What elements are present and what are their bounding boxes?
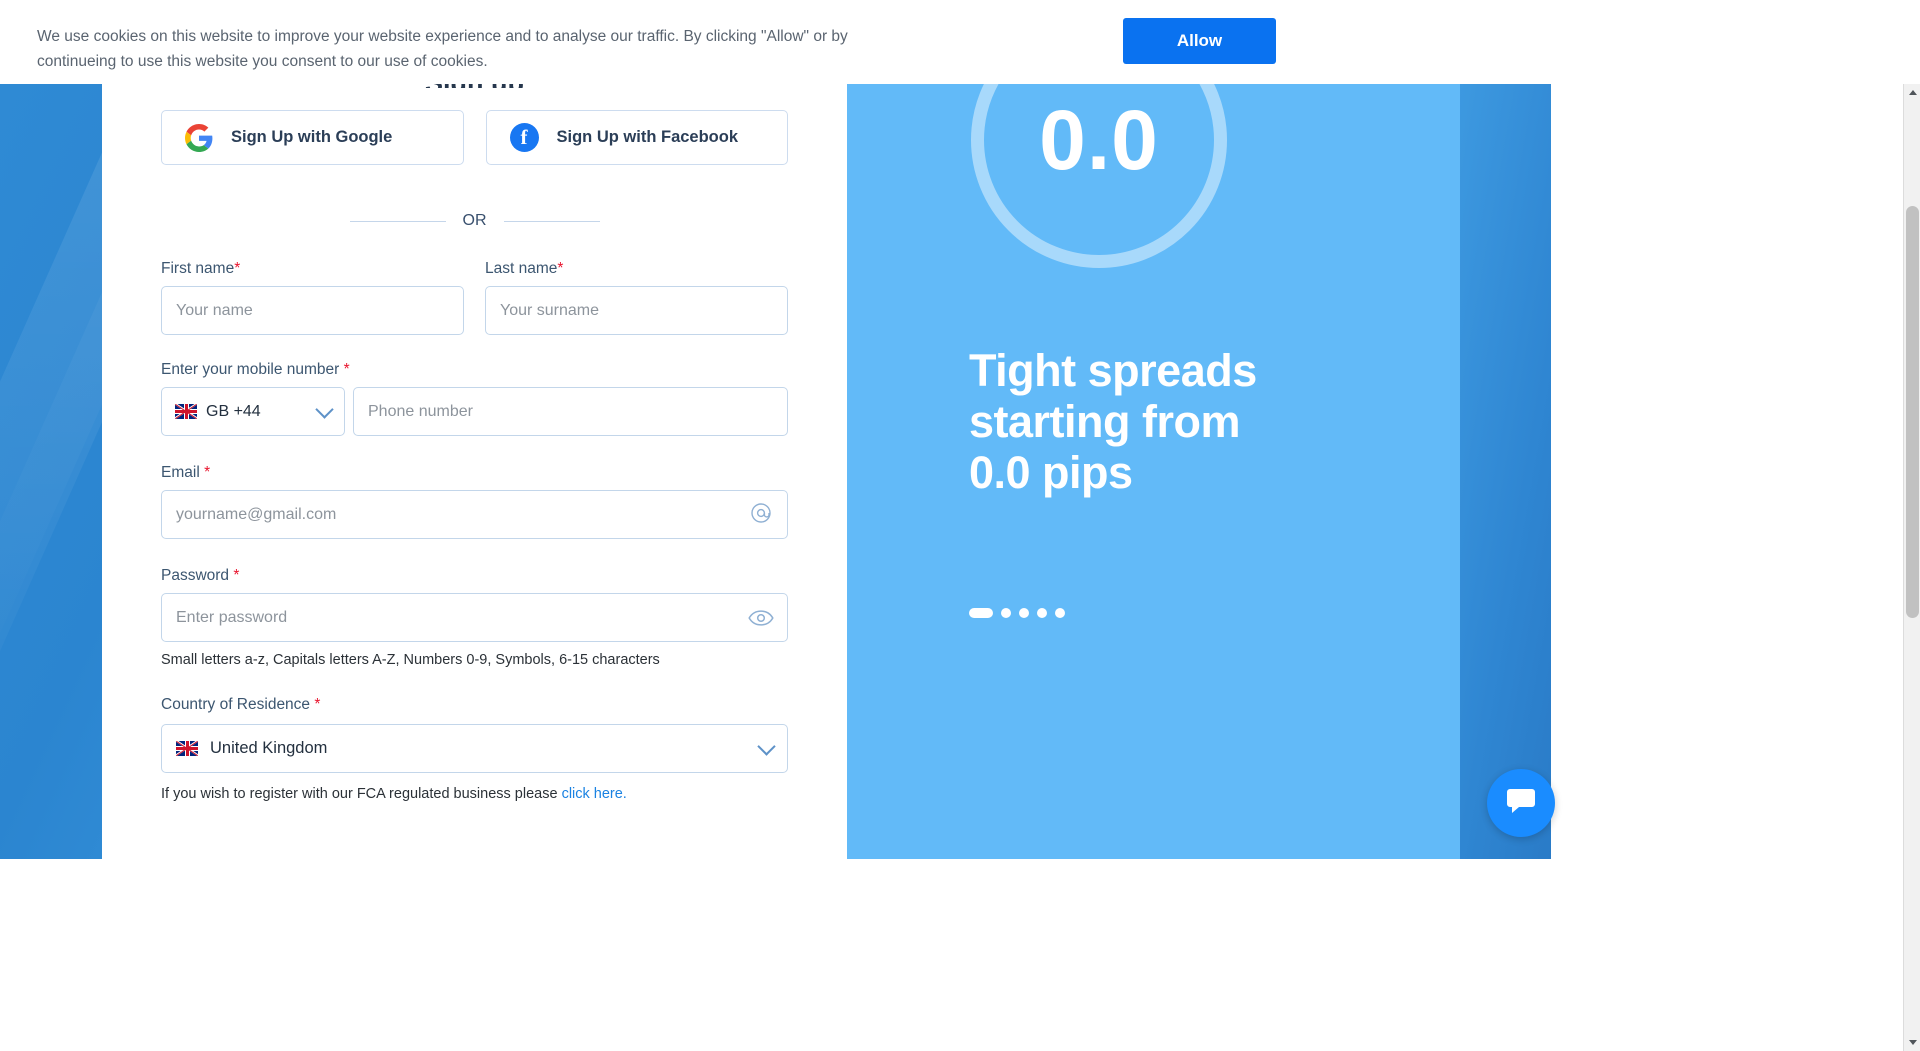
or-divider: OR (102, 212, 847, 230)
fca-notice: If you wish to register with our FCA reg… (161, 786, 788, 802)
vertical-scrollbar[interactable] (1903, 84, 1920, 1051)
promo-headline-line3: 0.0 pips (969, 447, 1133, 498)
password-placeholder: Enter password (176, 608, 288, 626)
email-placeholder: yourname@gmail.com (176, 505, 337, 523)
carousel-dots[interactable] (969, 608, 1065, 618)
scrollbar-thumb[interactable] (1906, 206, 1919, 618)
name-row: First name* Your name Last name* Your su… (161, 260, 788, 335)
chat-bubble-icon (1503, 783, 1539, 824)
fca-notice-text: If you wish to register with our FCA reg… (161, 786, 562, 802)
mobile-number-label: Enter your mobile number * (161, 361, 350, 378)
gb-flag-icon (175, 404, 197, 419)
scroll-up-arrow-icon[interactable] (1904, 84, 1920, 101)
country-of-residence-select[interactable]: United Kingdom (161, 724, 788, 773)
first-name-placeholder: Your name (176, 301, 253, 319)
at-icon (749, 501, 773, 529)
last-name-label: Last name* (485, 260, 564, 277)
spread-badge-value: 0.0 (1039, 92, 1159, 187)
allow-cookies-button[interactable]: Allow (1123, 18, 1276, 64)
required-asterisk: * (204, 464, 211, 481)
email-label: Email * (161, 464, 211, 481)
phone-number-input[interactable]: Phone number (353, 387, 788, 436)
last-name-input[interactable]: Your surname (485, 286, 788, 335)
gb-flag-icon (176, 741, 198, 756)
spread-badge: 0.0 (971, 84, 1227, 268)
promo-headline: Tight spreads starting from 0.0 pips (969, 345, 1429, 498)
eye-icon[interactable] (748, 609, 774, 626)
first-name-group: First name* Your name (161, 260, 464, 335)
carousel-dot[interactable] (1055, 608, 1065, 618)
password-input[interactable]: Enter password (161, 593, 788, 642)
required-asterisk: * (557, 260, 564, 277)
phone-number-placeholder: Phone number (368, 402, 473, 420)
divider-line-right (503, 220, 600, 222)
form-fields: First name* Your name Last name* Your su… (102, 260, 847, 802)
page-title: Sign up (102, 84, 847, 88)
chat-widget-button[interactable] (1487, 769, 1555, 837)
google-button-label: Sign Up with Google (231, 128, 393, 146)
country-code-select[interactable]: GB +44 (161, 387, 345, 436)
registration-form-card: Sign up Sign Up with Google Sign Up with… (102, 84, 847, 859)
password-helper-text: Small letters a-z, Capitals letters A-Z,… (161, 652, 660, 668)
country-selected-value: United Kingdom (210, 739, 328, 757)
or-label: OR (462, 212, 487, 229)
email-input[interactable]: yourname@gmail.com (161, 490, 788, 539)
required-asterisk: * (314, 696, 321, 713)
carousel-dot[interactable] (969, 608, 993, 618)
cookie-consent-text: We use cookies on this website to improv… (37, 28, 848, 70)
required-asterisk: * (233, 567, 240, 584)
mobile-number-group: Enter your mobile number * GB +44 Phone … (161, 361, 788, 436)
google-icon (185, 123, 213, 152)
sign-up-with-facebook-button[interactable]: Sign Up with Facebook (485, 110, 788, 165)
sign-up-with-google-button[interactable]: Sign Up with Google (161, 110, 464, 165)
carousel-dot[interactable] (1037, 608, 1047, 618)
required-asterisk: * (343, 361, 350, 378)
facebook-icon (509, 123, 539, 152)
country-of-residence-label: Country of Residence * (161, 696, 321, 713)
chevron-down-icon (315, 399, 334, 419)
last-name-group: Last name* Your surname (485, 260, 788, 335)
carousel-dot[interactable] (1019, 608, 1029, 618)
password-group: Password * Enter password Small letters … (161, 567, 788, 668)
social-signup-row: Sign Up with Google Sign Up with Faceboo… (102, 110, 847, 165)
fca-click-here-link[interactable]: click here. (562, 786, 627, 802)
email-group: Email * yourname@gmail.com (161, 464, 788, 539)
cookie-consent-banner: We use cookies on this website to improv… (0, 0, 1568, 84)
promo-headline-line1: Tight spreads (969, 345, 1257, 396)
required-asterisk: * (234, 260, 241, 277)
chevron-down-icon (757, 736, 776, 756)
scroll-down-arrow-icon[interactable] (1904, 1034, 1920, 1051)
promo-panel: 0.0 Tight spreads starting from 0.0 pips (847, 84, 1460, 859)
last-name-placeholder: Your surname (500, 301, 600, 319)
first-name-input[interactable]: Your name (161, 286, 464, 335)
carousel-dot[interactable] (1001, 608, 1011, 618)
first-name-label: First name* (161, 260, 241, 277)
password-label: Password * (161, 567, 240, 584)
page-right-area (1551, 0, 1920, 1051)
phone-row: GB +44 Phone number (161, 387, 788, 436)
divider-line-left (349, 220, 446, 222)
promo-headline-line2: starting from (969, 396, 1241, 447)
background-right-strip (1460, 84, 1551, 859)
country-of-residence-group: Country of Residence * United Kingdom If… (161, 696, 788, 802)
country-code-value: GB +44 (206, 402, 261, 420)
facebook-button-label: Sign Up with Facebook (556, 128, 739, 146)
